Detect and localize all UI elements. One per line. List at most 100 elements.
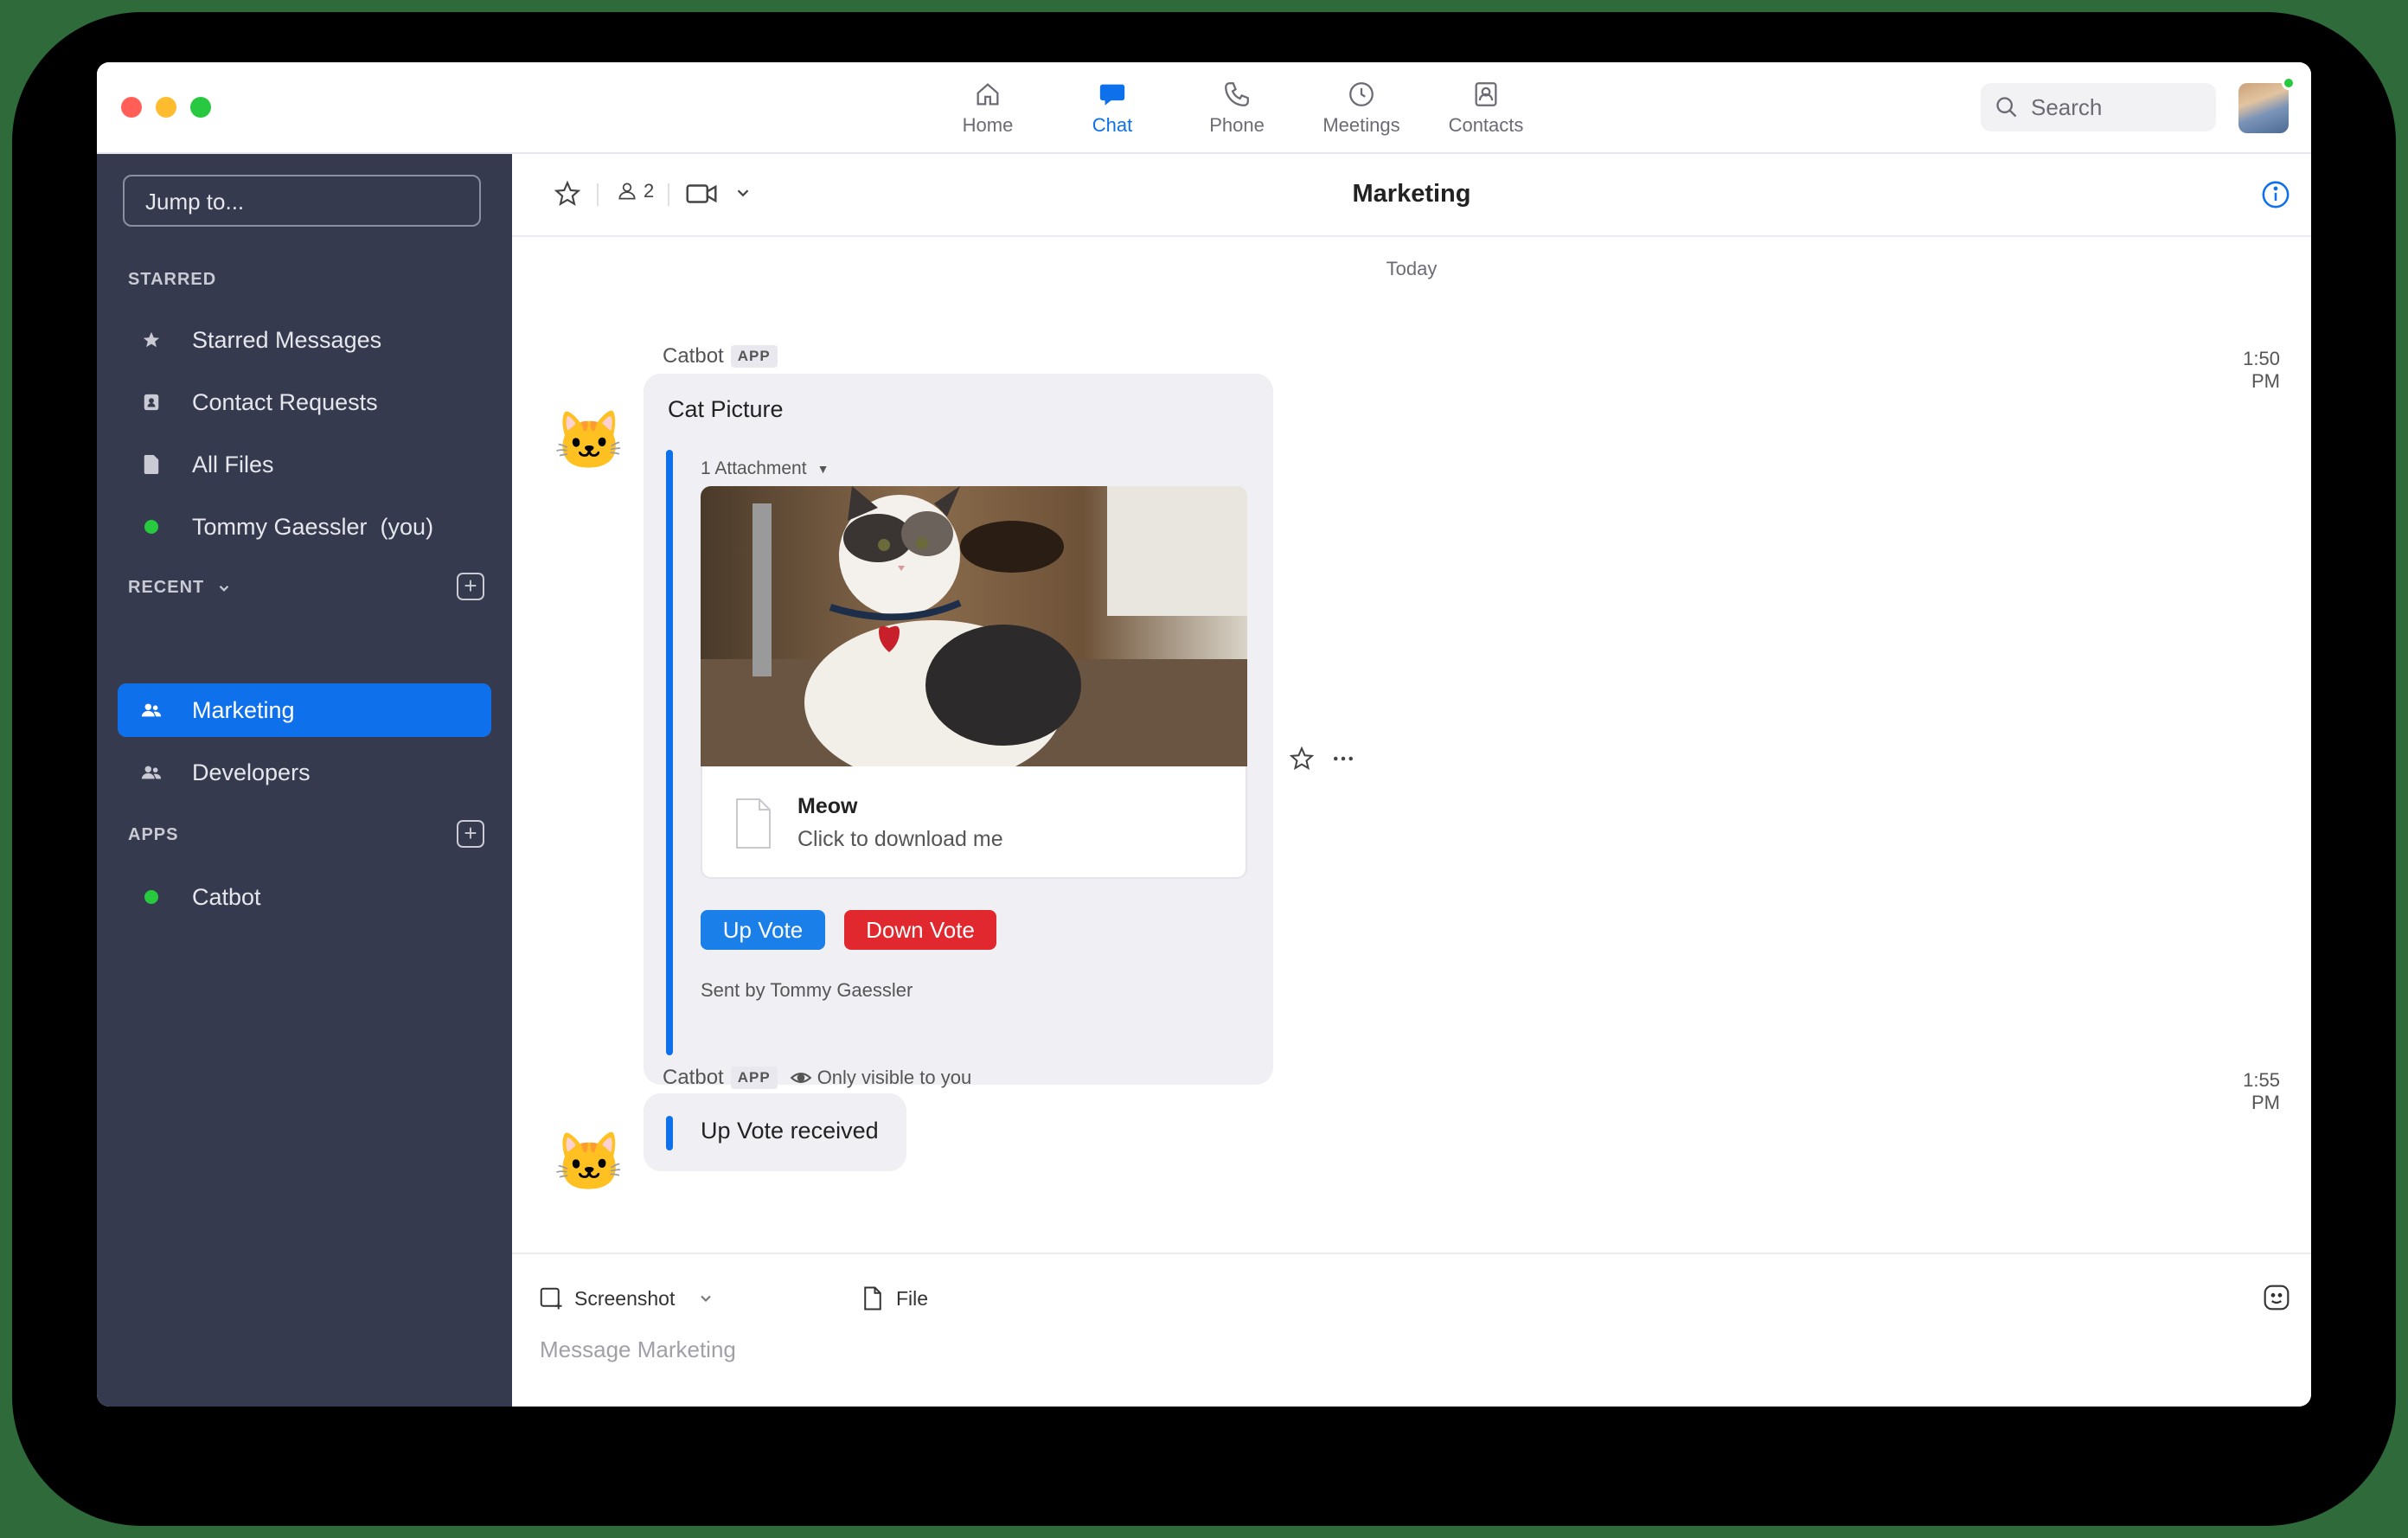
message-actions	[1289, 746, 1356, 772]
nav-contacts[interactable]: Contacts	[1424, 62, 1548, 154]
minimize-window-button[interactable]	[156, 97, 176, 118]
sidebar-item-label: Marketing	[192, 696, 295, 723]
message-sender: Catbot APP Only visible to you	[663, 1066, 971, 1090]
group-icon	[140, 699, 163, 721]
nav-meetings[interactable]: Meetings	[1299, 62, 1424, 154]
apps-header: APPS	[128, 825, 178, 845]
clock-icon	[1349, 82, 1374, 106]
zoom-window-button[interactable]	[190, 97, 211, 118]
starred-header-label: STARRED	[128, 270, 217, 289]
screenshot-icon	[540, 1287, 562, 1310]
attachment-label: 1 Attachment	[701, 458, 807, 478]
nav-home-label: Home	[962, 114, 1014, 136]
add-app-button[interactable]: +	[457, 820, 484, 848]
file-icon	[864, 1286, 881, 1311]
info-icon[interactable]	[2261, 180, 2290, 209]
chat-icon	[1099, 84, 1125, 106]
down-vote-button[interactable]: Down Vote	[844, 910, 996, 950]
add-chat-button[interactable]: +	[457, 573, 484, 600]
message-input[interactable]	[540, 1332, 2183, 1367]
accent-bar	[666, 450, 673, 1055]
message-time: 1:50 PM	[2243, 348, 2280, 392]
chevron-down-icon	[219, 585, 229, 592]
starred-header: STARRED	[128, 270, 216, 290]
file-label: File	[896, 1286, 929, 1310]
search-placeholder: Search	[2031, 93, 2103, 120]
title-bar: Home Chat Phone Meetings Contacts Search	[97, 62, 2311, 154]
nav-chat[interactable]: Chat	[1050, 62, 1175, 154]
online-dot-icon	[140, 886, 163, 908]
file-icon	[140, 453, 163, 476]
accent-bar	[666, 1116, 673, 1150]
top-nav: Home Chat Phone Meetings Contacts	[925, 62, 1548, 154]
sidebar-item-label: Contact Requests	[192, 388, 378, 415]
recent-header[interactable]: RECENT	[128, 578, 232, 598]
apps-header-label: APPS	[128, 825, 179, 844]
sidebar-item-developers[interactable]: Developers	[118, 746, 491, 799]
document-icon	[736, 798, 771, 849]
contact-card-icon	[140, 391, 163, 413]
up-vote-button[interactable]: Up Vote	[701, 910, 825, 950]
search-input[interactable]: Search	[1981, 83, 2216, 131]
nav-meetings-label: Meetings	[1322, 114, 1400, 136]
app-badge: APP	[730, 345, 778, 368]
visibility-label: Only visible to you	[817, 1067, 972, 1088]
sidebar-item-catbot[interactable]: Catbot	[118, 870, 491, 924]
more-options-icon[interactable]	[1330, 746, 1356, 772]
sidebar-item-label: Starred Messages	[192, 326, 382, 353]
message-title: Cat Picture	[668, 396, 784, 422]
sender-name: Catbot	[663, 344, 724, 368]
cat-photo[interactable]	[701, 486, 1247, 766]
cat-image	[701, 486, 1247, 766]
star-icon[interactable]	[1289, 746, 1315, 772]
day-separator: Today	[1386, 258, 1438, 279]
message-bubble: Cat Picture 1 Attachment ▼ Meow Click to…	[644, 374, 1273, 1085]
sidebar-item-starred-messages[interactable]: Starred Messages	[118, 313, 491, 367]
home-icon	[977, 83, 999, 106]
app-badge: APP	[730, 1067, 778, 1089]
nav-phone-label: Phone	[1209, 114, 1265, 136]
sidebar-item-all-files[interactable]: All Files	[118, 438, 491, 491]
sidebar: Jump to... STARRED Starred Messages Cont…	[97, 154, 512, 1407]
emoji-icon[interactable]	[2263, 1284, 2290, 1311]
caret-down-icon: ▼	[817, 462, 829, 476]
sidebar-item-label: Developers	[192, 759, 311, 785]
sender-name: Catbot	[663, 1066, 724, 1089]
chat-header: 2 Marketing	[512, 154, 2311, 237]
search-icon	[1996, 97, 2017, 118]
nav-home[interactable]: Home	[925, 62, 1050, 154]
attachment-toggle[interactable]: 1 Attachment ▼	[701, 458, 829, 479]
contacts-icon	[1475, 82, 1497, 106]
sidebar-item-self[interactable]: Tommy Gaessler (you)	[118, 500, 491, 554]
file-button[interactable]: File	[860, 1285, 928, 1311]
jump-to-input[interactable]: Jump to...	[123, 175, 481, 227]
phone-icon	[1225, 82, 1249, 106]
eye-icon	[790, 1073, 812, 1083]
message-time: 1:55 PM	[2243, 1069, 2280, 1113]
catbot-avatar-icon: 🐱	[554, 1130, 625, 1194]
chat-title: Marketing	[1352, 180, 1471, 208]
sidebar-item-contact-requests[interactable]: Contact Requests	[118, 375, 491, 429]
sidebar-item-label: All Files	[192, 451, 274, 477]
online-dot-icon	[140, 516, 163, 538]
sidebar-item-label: Tommy Gaessler (you)	[192, 513, 434, 540]
app-window: Home Chat Phone Meetings Contacts Search	[97, 62, 2311, 1407]
screenshot-button[interactable]: Screenshot	[538, 1285, 725, 1311]
message-text: Up Vote received	[701, 1118, 879, 1144]
sidebar-item-label: Catbot	[192, 883, 261, 910]
chevron-down-icon[interactable]	[697, 1290, 714, 1307]
composer: Screenshot File	[512, 1253, 2311, 1407]
message-bubble: Up Vote received	[644, 1093, 906, 1171]
screenshot-label: Screenshot	[574, 1286, 676, 1310]
nav-phone[interactable]: Phone	[1175, 62, 1299, 154]
nav-contacts-label: Contacts	[1448, 114, 1524, 136]
file-download-link[interactable]: Click to download me	[797, 827, 1003, 852]
sent-by-label: Sent by Tommy Gaessler	[701, 979, 913, 1001]
sidebar-item-marketing[interactable]: Marketing	[118, 683, 491, 737]
avatar[interactable]	[2238, 83, 2289, 133]
group-icon	[140, 761, 163, 784]
file-attachment[interactable]: Meow Click to download me	[701, 766, 1247, 879]
close-window-button[interactable]	[121, 97, 142, 118]
visibility-note: Only visible to you	[790, 1067, 972, 1089]
message-sender: Catbot APP	[663, 344, 778, 368]
